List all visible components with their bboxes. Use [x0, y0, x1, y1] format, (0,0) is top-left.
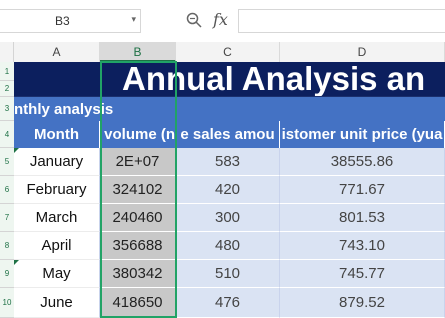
cell-month[interactable]: March — [14, 204, 100, 232]
cell-volume[interactable]: 240460 — [100, 204, 176, 232]
cell-amount[interactable]: 300 — [176, 204, 280, 232]
cell-price[interactable]: 801.53 — [280, 204, 445, 232]
row-header-10[interactable]: 10 — [0, 288, 14, 318]
cell-volume[interactable]: 418650 — [100, 288, 176, 318]
cell-volume[interactable]: 2E+07 — [100, 148, 176, 176]
header-sales-volume[interactable]: s volume (ne — [100, 121, 176, 148]
row-header-6[interactable]: 6 — [0, 176, 14, 204]
row-header-4[interactable]: 4 — [0, 121, 14, 148]
cell-volume[interactable]: 356688 — [100, 232, 176, 260]
row-header-2[interactable]: 2 — [0, 81, 14, 97]
cell-month[interactable]: April — [14, 232, 100, 260]
formula-input[interactable] — [238, 9, 445, 33]
cell-month[interactable]: February — [14, 176, 100, 204]
row-header-8[interactable]: 8 — [0, 232, 14, 260]
row-header-5[interactable]: 5 — [0, 148, 14, 176]
row-header-3[interactable]: 3 — [0, 97, 14, 121]
cell-price[interactable]: 743.10 — [280, 232, 445, 260]
chevron-down-icon[interactable]: ▾ — [131, 14, 136, 25]
cell-amount[interactable]: 420 — [176, 176, 280, 204]
formula-bar: B3 ▾ fx — [0, 0, 445, 43]
cell-amount[interactable]: 480 — [176, 232, 280, 260]
zoom-icon[interactable] — [186, 12, 202, 28]
sheet-title[interactable]: Annual Analysis an — [14, 62, 445, 97]
cell-month[interactable]: January — [14, 148, 100, 176]
name-box-value: B3 — [55, 14, 70, 28]
cell-amount[interactable]: 583 — [176, 148, 280, 176]
row-header-1[interactable]: 1 — [0, 62, 14, 81]
error-indicator-icon — [14, 260, 19, 265]
cell-price[interactable]: 771.67 — [280, 176, 445, 204]
cell-price[interactable]: 38555.86 — [280, 148, 445, 176]
fx-icon[interactable]: fx — [213, 10, 228, 29]
cell-volume[interactable]: 380342 — [100, 260, 176, 288]
cell-amount[interactable]: 510 — [176, 260, 280, 288]
row-header-9[interactable]: 9 — [0, 260, 14, 288]
cell-month[interactable]: May — [14, 260, 100, 288]
sheet-subtitle[interactable]: nthly analysis — [14, 97, 445, 121]
cell-price[interactable]: 745.77 — [280, 260, 445, 288]
column-header-d[interactable]: D — [280, 42, 445, 62]
cell-volume[interactable]: 324102 — [100, 176, 176, 204]
name-box[interactable]: B3 ▾ — [0, 9, 141, 33]
column-header-c[interactable]: C — [176, 42, 280, 62]
column-header-b[interactable]: B — [100, 42, 176, 62]
column-headers: A B C D — [0, 42, 445, 63]
row-header-7[interactable]: 7 — [0, 204, 14, 232]
header-month[interactable]: Month — [14, 121, 100, 148]
cell-month[interactable]: June — [14, 288, 100, 318]
header-sales-amount[interactable]: e sales amou — [176, 121, 280, 148]
column-header-a[interactable]: A — [14, 42, 100, 62]
cell-amount[interactable]: 476 — [176, 288, 280, 318]
select-all-corner[interactable] — [0, 42, 14, 62]
header-unit-price[interactable]: istomer unit price (yua — [280, 121, 445, 148]
cell-price[interactable]: 879.52 — [280, 288, 445, 318]
error-indicator-icon — [14, 148, 19, 153]
